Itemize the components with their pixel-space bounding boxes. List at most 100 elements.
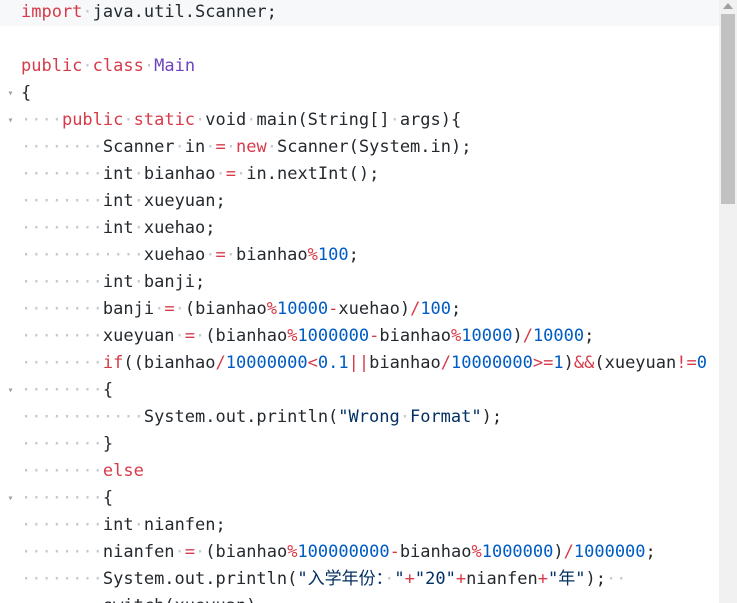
code-token: class	[92, 56, 144, 76]
scrollbar-thumb[interactable]	[721, 14, 735, 204]
whitespace-marker: ·	[205, 137, 216, 157]
code-token: "20"	[414, 569, 456, 589]
code-token: /	[563, 542, 574, 562]
code-token: ||	[348, 353, 370, 373]
whitespace-marker: ·	[236, 164, 247, 184]
code-line[interactable]: ▾ ········{	[0, 485, 719, 512]
fold-toggle-icon[interactable]: ▾	[0, 485, 21, 512]
code-token: int	[102, 218, 134, 238]
code-token: 10000	[532, 326, 585, 346]
code-line[interactable]: ········banji·=·(bianhao%10000-xuehao)/1…	[0, 296, 719, 323]
code-token: );	[481, 407, 503, 427]
code-token: new	[236, 137, 267, 157]
fold-toggle-icon[interactable]: ▾	[0, 80, 21, 107]
code-token: nianfen	[466, 569, 538, 589]
code-line[interactable]	[0, 26, 719, 53]
code-token: Format"	[409, 407, 482, 427]
code-line[interactable]: ········int·bianhao·=·in.nextInt();	[0, 161, 719, 188]
code-line[interactable]: ············xuehao·=·bianhao%100;	[0, 242, 719, 269]
code-line[interactable]: ········int·nianfen;	[0, 512, 719, 539]
whitespace-marker: ·	[195, 326, 206, 346]
code-token: )	[563, 353, 574, 373]
code-line[interactable]: ········int·xuehao;	[0, 215, 719, 242]
whitespace-marker: ········	[21, 299, 103, 319]
code-line[interactable]: ············System.out.println("Wrong·Fo…	[0, 404, 719, 431]
code-line[interactable]: ········int·banji;	[0, 269, 719, 296]
code-token: (xueyuan	[594, 353, 677, 373]
whitespace-marker: ·	[174, 542, 185, 562]
whitespace-marker: ·	[133, 164, 144, 184]
whitespace-marker: ········	[21, 191, 103, 211]
code-line[interactable]: ▾{	[0, 80, 719, 107]
code-token: xuehao	[143, 245, 206, 265]
code-token: -	[369, 326, 380, 346]
whitespace-marker: ········	[21, 218, 103, 238]
code-token: ;	[348, 245, 359, 265]
code-token: "入学年份：	[297, 569, 385, 589]
code-token: 10000	[461, 326, 513, 346]
whitespace-marker: ········	[21, 353, 103, 373]
code-text: ········nianfen·=·(bianhao%100000000-bia…	[21, 542, 656, 562]
code-text: ········int·nianfen;	[21, 515, 226, 535]
code-token: in	[184, 137, 206, 157]
whitespace-marker: ·	[133, 218, 144, 238]
whitespace-marker: ·	[123, 110, 134, 130]
code-line[interactable]: ········System.out.println("入学年份：·"+"20"…	[0, 566, 719, 593]
code-line[interactable]: ········switch(xueyuan)	[0, 593, 719, 603]
code-text: ········{	[21, 488, 113, 508]
code-token: void	[205, 110, 247, 130]
code-token: /	[215, 353, 226, 373]
code-token: %	[266, 299, 277, 319]
code-token: ;	[584, 326, 595, 346]
code-token: int	[102, 164, 134, 184]
code-text: ········int·xuehao;	[21, 218, 216, 238]
code-token: -	[389, 542, 400, 562]
code-editor[interactable]: import·java.util.Scanner; public·class·Ma…	[0, 0, 719, 603]
code-line[interactable]: ········Scanner·in·=·new·Scanner(System.…	[0, 134, 719, 161]
code-token: 100000000	[297, 542, 390, 562]
code-token: 0	[696, 353, 707, 373]
code-line[interactable]: public·class·Main	[0, 53, 719, 80]
fold-toggle-icon[interactable]: ▾	[0, 377, 21, 404]
code-line[interactable]: ········int·xueyuan;	[0, 188, 719, 215]
code-line[interactable]: ········if((bianhao/10000000<0.1||bianha…	[0, 350, 719, 377]
whitespace-marker: ········	[21, 515, 103, 535]
code-line[interactable]: ▾ ········{	[0, 377, 719, 404]
code-token: bianhao	[369, 353, 441, 373]
code-token: {	[21, 83, 32, 103]
whitespace-marker: ········	[21, 137, 103, 157]
code-token: bianhao	[379, 326, 451, 346]
code-line[interactable]: ········else	[0, 458, 719, 485]
code-token: 100	[420, 299, 452, 319]
code-token: nianfen;	[143, 515, 226, 535]
code-token: )	[553, 542, 564, 562]
code-token: int	[102, 191, 134, 211]
code-token: xueyuan;	[143, 191, 226, 211]
scroll-up-arrow-icon[interactable]	[723, 3, 733, 9]
code-text: ········}	[21, 434, 113, 454]
whitespace-marker: ·	[82, 2, 93, 22]
whitespace-marker: ·	[174, 299, 185, 319]
code-text: ········else	[21, 461, 144, 481]
code-line[interactable]: ▾ ····public·static·void·main(String[]·ar…	[0, 107, 719, 134]
whitespace-marker: ·	[82, 56, 93, 76]
code-token: 1000000	[573, 542, 646, 562]
whitespace-marker: ········	[21, 326, 103, 346]
code-token: banji	[102, 299, 155, 319]
code-line[interactable]: ········nianfen·=·(bianhao%100000000-bia…	[0, 539, 719, 566]
code-token: +	[537, 569, 548, 589]
code-line[interactable]: ········xueyuan·=·(bianhao%1000000-bianh…	[0, 323, 719, 350]
code-token: bianhao	[399, 542, 472, 562]
fold-toggle-icon[interactable]: ▾	[0, 107, 21, 134]
code-token: "	[394, 569, 405, 589]
code-text: ········int·bianhao·=·in.nextInt();	[21, 164, 379, 184]
code-line[interactable]: import·java.util.Scanner;	[0, 0, 719, 26]
code-token: banji;	[143, 272, 206, 292]
code-token: "Wrong	[338, 407, 400, 427]
code-line[interactable]: ········}	[0, 431, 719, 458]
whitespace-marker: ·	[174, 326, 185, 346]
whitespace-marker: ·	[246, 110, 257, 130]
code-text: ········{	[21, 380, 113, 400]
vertical-scrollbar[interactable]	[719, 0, 737, 603]
whitespace-marker: ········	[21, 380, 103, 400]
